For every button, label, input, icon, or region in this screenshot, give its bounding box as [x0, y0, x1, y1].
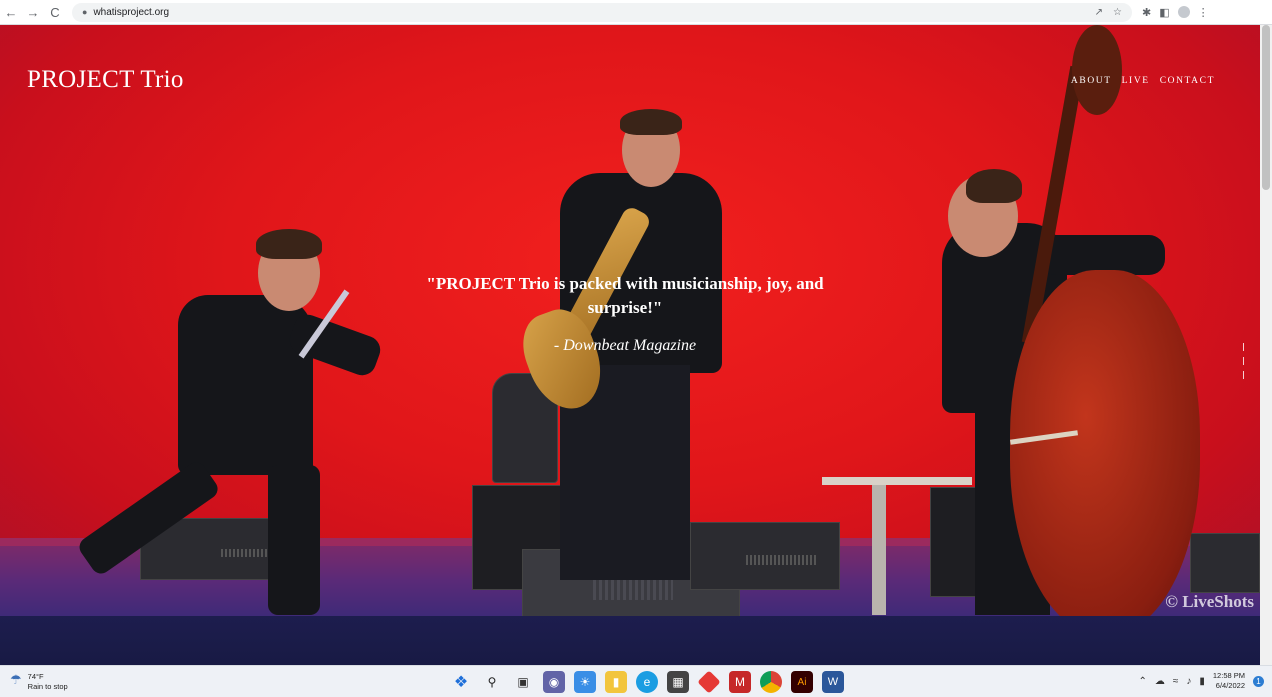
bassist-hair	[966, 169, 1022, 203]
battery-icon[interactable]: ▮	[1199, 676, 1205, 687]
search-icon[interactable]: ⚲	[481, 671, 503, 693]
weather-widget[interactable]: ☂ 74°F Rain to stop	[10, 672, 68, 692]
double-bass-scroll	[1072, 25, 1122, 115]
address-url[interactable]: whatisproject.org	[93, 7, 169, 18]
bassist-arm	[1040, 235, 1165, 275]
slide-dot[interactable]	[1243, 357, 1244, 365]
section-band	[0, 616, 1260, 665]
teams-chat-icon[interactable]: ◉	[543, 671, 565, 693]
word-icon[interactable]: W	[822, 671, 844, 693]
slide-dot[interactable]	[1243, 343, 1244, 351]
chrome-icon[interactable]	[760, 671, 782, 693]
stool-leg	[872, 485, 886, 615]
stage-monitor-right	[690, 522, 840, 590]
weather-app-icon[interactable]: ☀	[574, 671, 596, 693]
rain-icon: ☂	[10, 672, 22, 687]
menu-kebab-icon[interactable]: ⋮	[1198, 6, 1209, 19]
press-quote: "PROJECT Trio is packed with musicianshi…	[426, 274, 824, 317]
quote-attribution: - Downbeat Magazine	[553, 337, 697, 354]
edge-icon[interactable]: e	[636, 671, 658, 693]
flutist-leg-right	[268, 465, 320, 615]
double-bass-body	[1010, 270, 1200, 616]
weather-temp: 74°F	[27, 672, 44, 681]
page-scrollbar[interactable]	[1260, 25, 1272, 665]
chevron-up-icon[interactable]: ⌃	[1138, 676, 1146, 687]
flutist	[178, 295, 313, 475]
nav-about[interactable]: ABOUT	[1071, 76, 1112, 86]
nav-live[interactable]: LIVE	[1122, 76, 1150, 86]
scrollbar-thumb[interactable]	[1262, 25, 1270, 190]
stool	[822, 477, 972, 485]
clock[interactable]: 12:58 PM 6/4/2022	[1213, 671, 1245, 691]
side-panel-icon[interactable]: ◧	[1159, 6, 1169, 19]
main-nav: ABOUT LIVE CONTACT	[1071, 76, 1215, 86]
reload-icon[interactable]: C	[44, 0, 66, 25]
share-icon[interactable]: ↗	[1095, 7, 1103, 18]
system-tray: ⌃ ☁ ≈ ♪ ▮ 12:58 PM 6/4/2022 1	[1138, 671, 1264, 691]
profile-avatar[interactable]	[1177, 6, 1190, 18]
address-bar[interactable]: ● whatisproject.org ↗ ☆	[72, 2, 1132, 22]
flutist-hair	[256, 229, 322, 259]
forward-icon[interactable]: →	[22, 0, 44, 25]
wifi-icon[interactable]: ≈	[1173, 676, 1179, 687]
saxophonist-hair	[620, 109, 682, 135]
task-view-icon[interactable]: ▣	[512, 671, 534, 693]
back-icon[interactable]: ←	[0, 0, 22, 25]
onedrive-icon[interactable]: ☁	[1155, 676, 1165, 687]
slide-indicator[interactable]	[1243, 343, 1245, 379]
browser-toolbar: ← → C ● whatisproject.org ↗ ☆ ✱ ◧ ⋮	[0, 0, 1272, 25]
windows-taskbar: ☂ 74°F Rain to stop ❖ ⚲ ▣ ◉ ☀ ▮ e ▦ M Ai…	[0, 665, 1272, 697]
taskbar-apps: ❖ ⚲ ▣ ◉ ☀ ▮ e ▦ M Ai W	[450, 670, 844, 694]
site-title[interactable]: PROJECT Trio	[27, 66, 184, 94]
clock-date: 6/4/2022	[1215, 681, 1245, 690]
illustrator-icon[interactable]: Ai	[791, 671, 813, 693]
store-icon[interactable]: ▦	[667, 671, 689, 693]
clock-time: 12:58 PM	[1212, 671, 1245, 680]
photo-watermark: © LiveShots	[1165, 592, 1254, 611]
weather-desc: Rain to stop	[27, 682, 68, 691]
file-explorer-icon[interactable]: ▮	[605, 671, 627, 693]
slide-dot[interactable]	[1243, 371, 1244, 379]
volume-icon[interactable]: ♪	[1186, 676, 1191, 687]
extensions-icon[interactable]: ✱	[1142, 6, 1151, 19]
hero-photo: PROJECT Trio ABOUT LIVE CONTACT "PROJECT…	[0, 25, 1260, 616]
red-app-icon[interactable]	[697, 670, 721, 694]
nav-contact[interactable]: CONTACT	[1160, 76, 1215, 86]
bookmark-star-icon[interactable]: ☆	[1113, 7, 1122, 18]
notification-badge[interactable]: 1	[1253, 675, 1264, 687]
start-icon[interactable]: ❖	[450, 671, 472, 693]
lock-icon: ●	[82, 7, 88, 17]
stage-monitor-far-right	[1190, 533, 1260, 593]
mcafee-icon[interactable]: M	[729, 671, 751, 693]
